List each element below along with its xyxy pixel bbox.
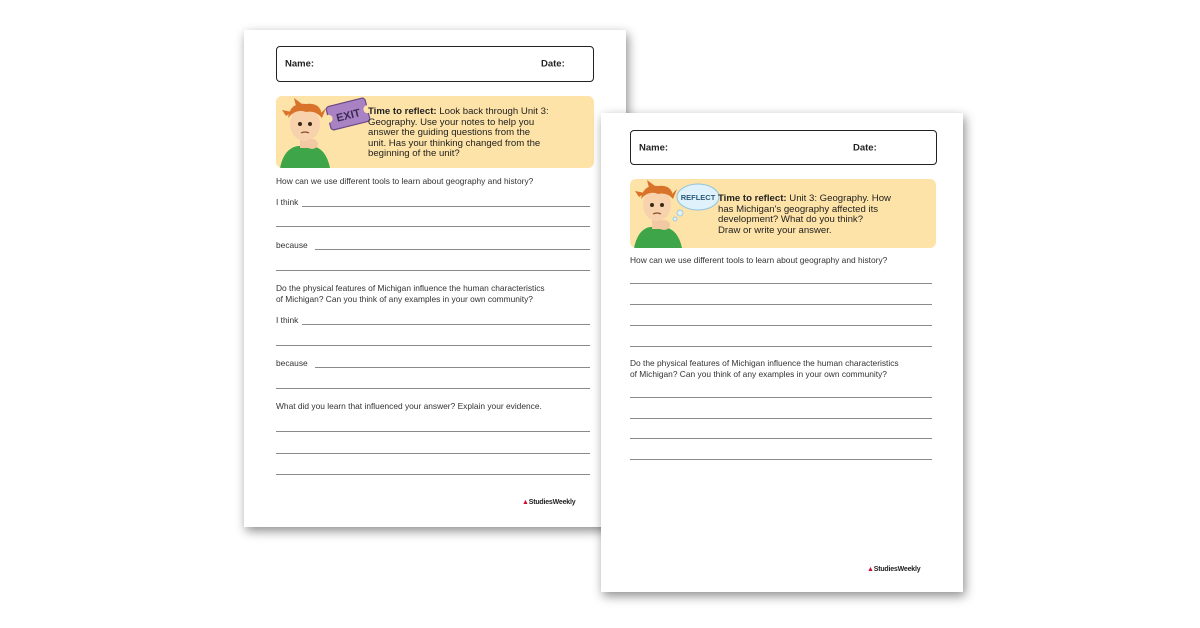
reflect-line: answer the guiding questions from the <box>368 127 531 139</box>
answer-line[interactable] <box>276 474 590 475</box>
question-1: How can we use different tools to learn … <box>276 176 534 186</box>
reflect-line: development? What do you think? <box>718 214 864 226</box>
name-label: Name: <box>285 58 315 70</box>
answer-line[interactable] <box>276 345 590 346</box>
reflect-line: unit. Has your thinking changed from the <box>368 137 541 149</box>
bubble-text: REFLECT <box>681 193 716 202</box>
answer-line[interactable] <box>276 270 590 271</box>
answer-line[interactable] <box>276 431 590 432</box>
reflect-heading: Time to reflect: <box>718 193 787 204</box>
answer-line[interactable] <box>630 418 932 419</box>
answer-line[interactable] <box>276 388 590 389</box>
reflect-heading: Time to reflect: <box>368 106 437 117</box>
answer-line[interactable] <box>302 324 590 325</box>
reflect-text: Time to reflect: Unit 3: Geography. How … <box>718 193 933 236</box>
question-2-line: Do the physical features of Michigan inf… <box>276 283 545 293</box>
question-2: Do the physical features of Michigan inf… <box>630 358 960 380</box>
answer-line[interactable] <box>630 304 932 305</box>
i-think-label: I think <box>276 315 299 325</box>
reflect-line: Draw or write your answer. <box>718 224 832 236</box>
answer-line[interactable] <box>630 346 932 347</box>
studies-weekly-logo: ▲StudiesWeekly <box>522 499 576 506</box>
name-date-box: Name: Date: <box>630 130 937 165</box>
answer-line[interactable] <box>630 459 932 460</box>
because-label: because <box>276 358 308 368</box>
question-2-line: of Michigan? Can you think of any exampl… <box>276 294 533 304</box>
worksheet-exit-ticket: Name: Date: EXIT Time to reflect: Look b… <box>244 30 626 527</box>
question-3: What did you learn that influenced your … <box>276 401 542 411</box>
name-label: Name: <box>639 142 669 153</box>
boy-thinking-illustration: REFLECT <box>634 180 720 248</box>
reflect-line: Geography. Use your notes to help you <box>368 116 535 128</box>
date-label: Date: <box>541 58 565 70</box>
answer-line[interactable] <box>630 283 932 284</box>
reflect-text: Time to reflect: Look back through Unit … <box>368 106 588 160</box>
answer-line[interactable] <box>302 206 590 207</box>
answer-line[interactable] <box>630 438 932 439</box>
reflect-line: Look back through Unit 3: <box>439 106 549 117</box>
answer-line[interactable] <box>276 226 590 227</box>
logo-mark-icon: ▲ <box>867 566 874 573</box>
date-label: Date: <box>853 142 877 153</box>
reflect-line: beginning of the unit? <box>368 148 460 160</box>
question-2-line: of Michigan? Can you think of any exampl… <box>630 369 887 379</box>
answer-line[interactable] <box>315 367 590 368</box>
worksheet-reflect: Name: Date: REFLECT Time to reflect: Uni… <box>601 113 963 592</box>
because-label: because <box>276 240 308 250</box>
answer-line[interactable] <box>315 249 590 250</box>
boy-thinking-illustration: EXIT <box>280 97 372 168</box>
question-2: Do the physical features of Michigan inf… <box>276 283 606 305</box>
studies-weekly-logo: ▲StudiesWeekly <box>867 566 921 573</box>
exit-ticket-icon: EXIT <box>324 97 372 131</box>
reflect-banner: EXIT Time to reflect: Look back through … <box>276 96 594 168</box>
logo-mark-icon: ▲ <box>522 499 529 506</box>
reflect-line: Unit 3: Geography. How <box>789 193 891 204</box>
question-1: How can we use different tools to learn … <box>630 255 888 265</box>
question-2-line: Do the physical features of Michigan inf… <box>630 358 899 368</box>
reflect-banner: REFLECT Time to reflect: Unit 3: Geograp… <box>630 179 936 248</box>
answer-line[interactable] <box>276 453 590 454</box>
thought-bubble-icon: REFLECT <box>672 183 720 222</box>
reflect-line: has Michigan's geography affected its <box>718 203 879 215</box>
name-date-box: Name: Date: <box>276 46 594 82</box>
i-think-label: I think <box>276 197 299 207</box>
answer-line[interactable] <box>630 325 932 326</box>
answer-line[interactable] <box>630 397 932 398</box>
